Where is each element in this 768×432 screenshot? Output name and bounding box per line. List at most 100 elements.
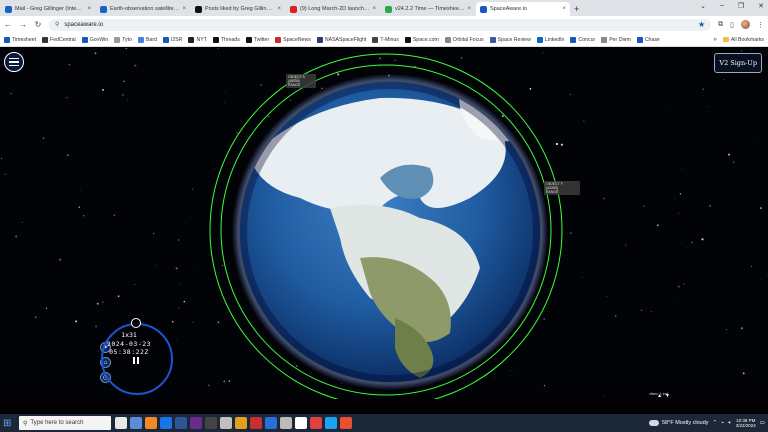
bookmark-label: Bard	[145, 36, 157, 43]
taskbar-app-icon[interactable]	[190, 417, 202, 429]
tab-close-icon[interactable]: ×	[182, 6, 186, 12]
address-bar[interactable]: ⚲ spaceaware.io ★	[49, 18, 712, 31]
taskbar-search-placeholder[interactable]: Type here to search	[30, 420, 83, 426]
bookmark-favicon-icon	[404, 36, 411, 43]
new-tab-button[interactable]: +	[574, 2, 579, 16]
bookmark-favicon-icon	[114, 36, 121, 43]
taskbar-app-icon[interactable]	[310, 417, 322, 429]
bookmark-item[interactable]: LinkedIn	[536, 36, 564, 43]
weather-widget[interactable]: 58°F Mostly cloudy	[649, 420, 709, 426]
bookmark-item[interactable]: Timesheet	[4, 36, 36, 43]
system-tray: 58°F Mostly cloudy ⌃ ⌁ 🔈︎ 10:38 PM 3/22/…	[649, 418, 765, 429]
bookmark-item[interactable]: FedCentral	[42, 36, 76, 43]
tab-close-icon[interactable]: ×	[562, 6, 566, 12]
tray-chevron-icon[interactable]: ⌃	[713, 420, 718, 426]
bookmarks-overflow-button[interactable]: »	[714, 37, 717, 43]
profile-avatar[interactable]	[741, 20, 750, 29]
taskbar-app-icon[interactable]	[235, 417, 247, 429]
tab-favicon-icon	[480, 5, 487, 13]
bookmark-label: NYT	[196, 36, 207, 43]
pause-button[interactable]	[133, 357, 139, 364]
bookmark-label: Tyto	[122, 36, 132, 43]
bookmark-item[interactable]: Concur	[570, 36, 596, 43]
browser-tab[interactable]: Posts liked by Greg Gillinger (G ×	[191, 2, 285, 16]
bookmark-item[interactable]: T-Minus	[372, 36, 399, 43]
bookmark-item[interactable]: Twitter	[245, 36, 269, 43]
url-text[interactable]: spaceaware.io	[64, 22, 693, 28]
browser-tab[interactable]: Earth-observation satellites to ×	[96, 2, 190, 16]
forward-arrow-icon[interactable]: →	[19, 20, 27, 29]
taskbar-app-icon[interactable]	[130, 417, 142, 429]
all-bookmarks-button[interactable]: All Bookmarks	[722, 37, 764, 43]
bookmark-label: Space.com	[412, 36, 439, 43]
window-controls: ⌄ – ❐ ✕	[700, 2, 764, 10]
notifications-icon[interactable]: ▭	[760, 420, 765, 426]
site-info-icon[interactable]: ⚲	[55, 21, 59, 28]
taskbar-app-icon[interactable]	[265, 417, 277, 429]
bookmark-item[interactable]: Per Diem	[601, 36, 631, 43]
extensions-icon[interactable]: ⧉	[718, 21, 723, 29]
taskbar-app-icon[interactable]	[325, 417, 337, 429]
speed-up-icon[interactable]: ▲	[657, 393, 662, 399]
v2-signup-button[interactable]: V2 Sign-Up	[714, 53, 762, 73]
browser-tab[interactable]: v24.2.2 Time — Timesheet for ×	[381, 2, 475, 16]
network-icon[interactable]: ⌁	[721, 420, 724, 426]
maximize-button[interactable]: ❐	[738, 2, 744, 10]
taskbar-app-icon[interactable]	[295, 417, 307, 429]
sidebar-icon[interactable]: ▯	[730, 21, 734, 29]
slow-down-icon[interactable]: ▼	[665, 393, 670, 399]
menu-kebab-icon[interactable]: ⋮	[757, 21, 764, 29]
taskbar-app-icon[interactable]	[280, 417, 292, 429]
bookmark-item[interactable]: Threads	[212, 36, 240, 43]
bookmark-star-icon[interactable]: ★	[698, 20, 705, 29]
sim-speed: 1x31	[121, 331, 137, 339]
sim-time: 05:38:22Z	[109, 348, 149, 356]
satellite-label-object-f[interactable]: OBJECT F (49260) RANGE	[544, 181, 580, 195]
taskbar-search[interactable]: ⚲ Type here to search	[19, 416, 111, 430]
tab-close-icon[interactable]: ×	[277, 6, 281, 12]
taskbar-app-icon[interactable]	[250, 417, 262, 429]
reload-icon[interactable]: ↻	[34, 20, 42, 29]
bookmark-label: Threads	[220, 36, 240, 43]
bookmark-item[interactable]: Space.com	[404, 36, 439, 43]
bookmark-label: Concur	[578, 36, 596, 43]
browser-tab[interactable]: (9) Long March-2D launches Y ×	[286, 2, 380, 16]
taskbar-app-icon[interactable]	[145, 417, 157, 429]
bookmark-item[interactable]: Tyto	[114, 36, 132, 43]
tab-close-icon[interactable]: ×	[87, 6, 91, 12]
back-arrow-icon[interactable]: ←	[4, 20, 12, 29]
tab-close-icon[interactable]: ×	[467, 6, 471, 12]
bookmark-item[interactable]: NYT	[188, 36, 207, 43]
time-dial-knob[interactable]	[131, 318, 141, 328]
browser-tab[interactable]: Mail - Greg Gillinger (Integrity ×	[1, 2, 95, 16]
taskbar-app-icon[interactable]	[175, 417, 187, 429]
minimize-button[interactable]: –	[720, 2, 724, 10]
tab-title: (9) Long March-2D launches Y	[300, 6, 370, 12]
bookmark-label: I2SR	[170, 36, 183, 43]
taskbar-app-icon[interactable]	[340, 417, 352, 429]
search-icon: ⚲	[23, 420, 28, 427]
bookmark-item[interactable]: NASASpaceFlight	[316, 36, 366, 43]
bookmark-item[interactable]: Bard	[137, 36, 157, 43]
tab-search-icon[interactable]: ⌄	[700, 2, 706, 10]
tab-title: Posts liked by Greg Gillinger (G	[205, 6, 275, 12]
volume-icon[interactable]: 🔈︎	[728, 420, 731, 427]
bookmark-item[interactable]: GovWin	[81, 36, 108, 43]
satellite-label-object-a[interactable]: OBJECT A (49256) RANGE	[286, 74, 316, 88]
taskbar-app-icon[interactable]	[160, 417, 172, 429]
browser-tab[interactable]: SpaceAware.io ×	[476, 2, 570, 16]
bookmark-item[interactable]: Space Review	[489, 36, 531, 43]
taskbar-clock[interactable]: 10:38 PM 3/22/2024	[736, 418, 756, 429]
tab-title: v24.2.2 Time — Timesheet for	[395, 6, 465, 12]
taskbar-app-icon[interactable]	[205, 417, 217, 429]
bookmark-item[interactable]: Orbital Focus	[444, 36, 484, 43]
bookmark-item[interactable]: SpaceNews	[275, 36, 311, 43]
close-window-button[interactable]: ✕	[758, 2, 764, 10]
tab-close-icon[interactable]: ×	[372, 6, 376, 12]
bookmark-item[interactable]: I2SR	[162, 36, 183, 43]
taskbar-app-icon[interactable]	[115, 417, 127, 429]
windows-start-icon[interactable]: ⊞	[3, 418, 15, 429]
bookmark-item[interactable]: Chase	[636, 36, 660, 43]
hamburger-menu-button[interactable]	[4, 52, 24, 72]
taskbar-app-icon[interactable]	[220, 417, 232, 429]
